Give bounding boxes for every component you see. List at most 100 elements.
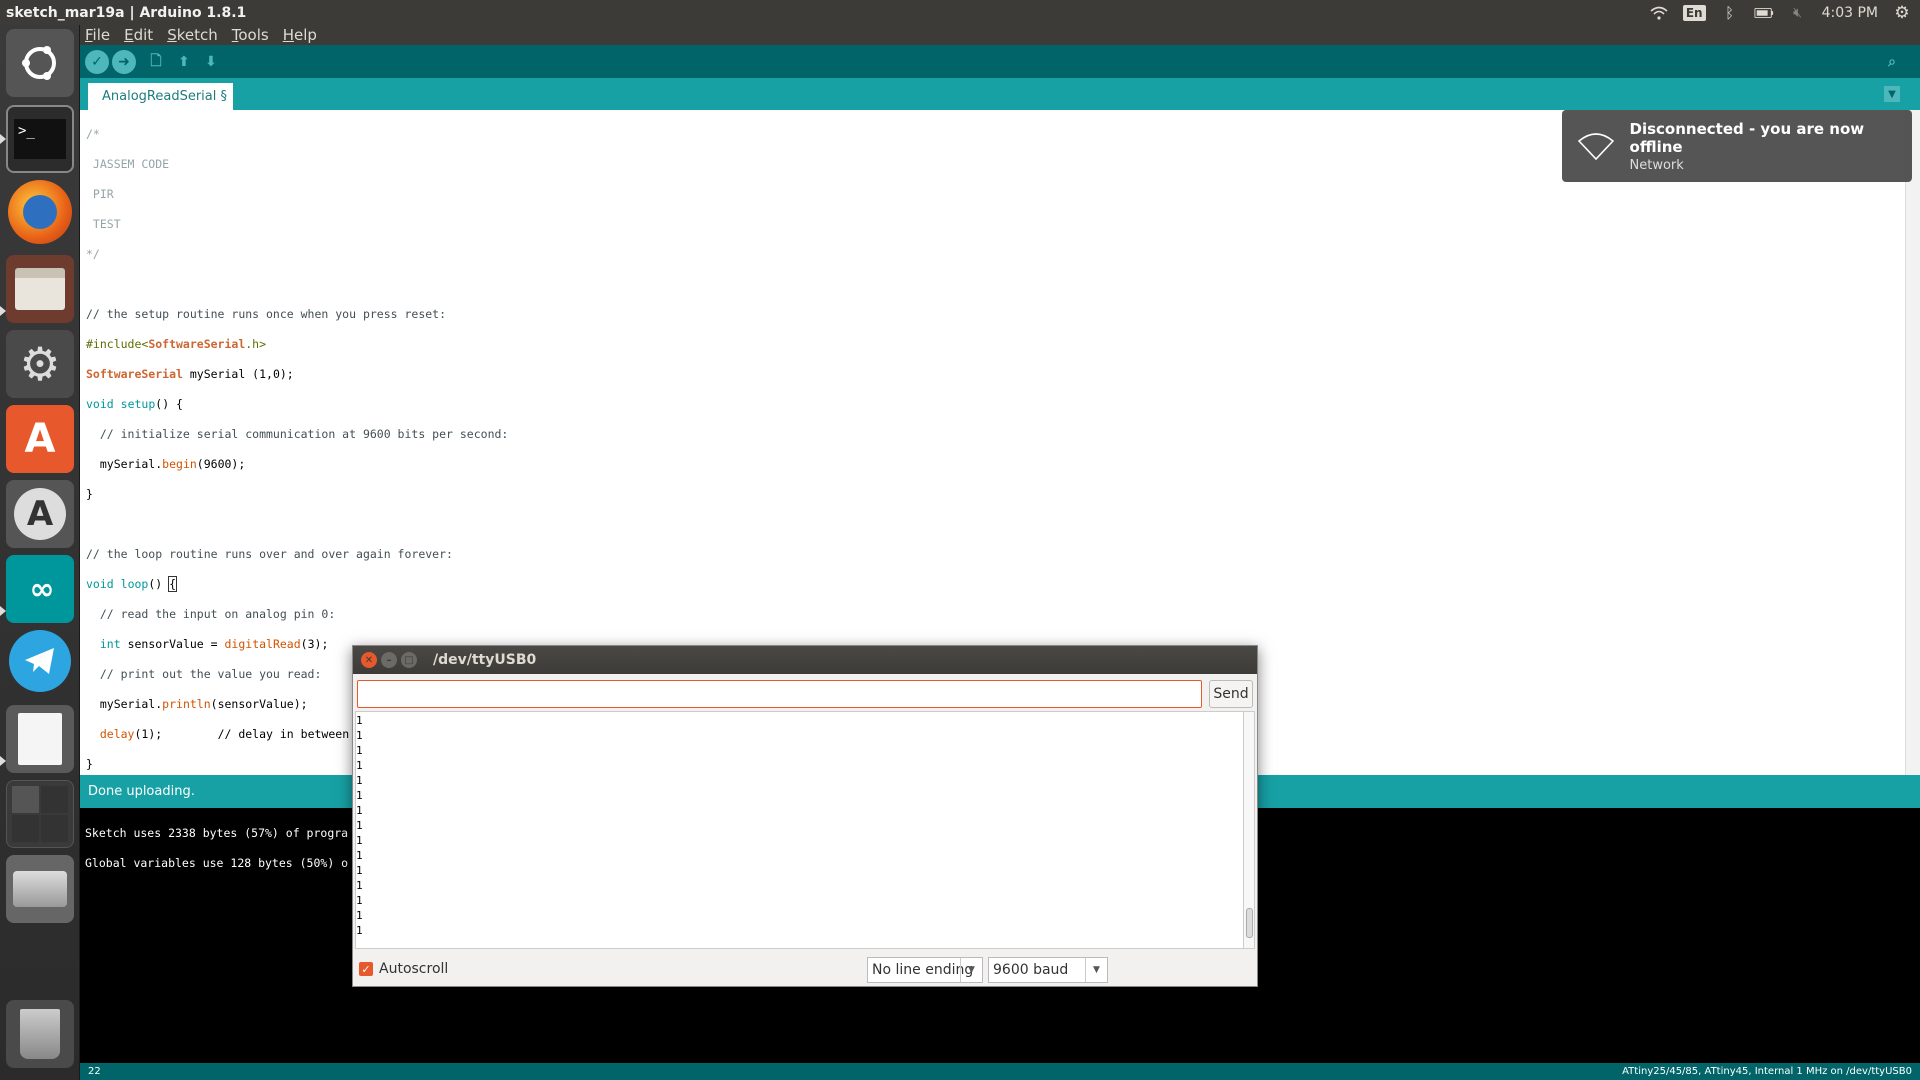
bluetooth-icon[interactable]: ᛒ <box>1720 3 1740 23</box>
code-token: #include< <box>86 337 149 351</box>
workspace-switcher-icon[interactable] <box>6 780 74 848</box>
chevron-down-icon: ▼ <box>960 958 982 982</box>
minimize-icon[interactable]: – <box>381 652 397 668</box>
serial-monitor-window: ✕ – □ /dev/ttyUSB0 Send 1 1 1 1 1 1 1 1 … <box>352 645 1258 987</box>
code-token: loop <box>120 577 149 591</box>
tab-analogreadserial[interactable]: AnalogReadSerial § <box>88 83 233 110</box>
top-panel: sketch_mar19a | Arduino 1.8.1 En ᛒ 🔇︎ 4:… <box>0 0 1920 25</box>
battery-icon[interactable] <box>1754 3 1774 23</box>
status-message: Done uploading. <box>88 784 195 799</box>
code-token: int <box>99 637 121 651</box>
code-token: setup <box>120 397 156 411</box>
code-token: void <box>86 397 114 411</box>
trash-icon[interactable] <box>6 1000 74 1068</box>
serial-line: 1 <box>356 759 363 772</box>
serial-line: 1 <box>356 714 363 727</box>
autoscroll-checkbox[interactable]: ✓ Autoscroll <box>359 961 448 977</box>
telegram-icon[interactable] <box>9 630 71 692</box>
code-line: // the loop routine runs over and over a… <box>86 547 453 561</box>
menu-edit[interactable]: Edit <box>124 26 153 44</box>
serial-line: 1 <box>356 834 363 847</box>
save-button[interactable]: ⬇ <box>199 50 223 74</box>
code-token: SoftwareSerial <box>148 337 246 351</box>
menu-tools[interactable]: Tools <box>232 26 269 44</box>
baud-rate-value: 9600 baud <box>993 962 1069 978</box>
code-token: (3); <box>300 637 329 651</box>
serial-monitor-titlebar[interactable]: ✕ – □ /dev/ttyUSB0 <box>353 646 1257 674</box>
code-token: mySerial. <box>86 697 163 711</box>
arduino-icon[interactable]: ∞ <box>6 555 74 623</box>
code-token: delay <box>99 727 135 741</box>
code-token: begin <box>162 457 197 471</box>
serial-line: 1 <box>356 819 363 832</box>
files-icon[interactable] <box>6 255 74 323</box>
menu-bar: File Edit Sketch Tools Help <box>80 25 1920 45</box>
board-info: ATtiny25/45/85, ATtiny45, Internal 1 MHz… <box>1622 1066 1912 1077</box>
serial-send-input[interactable] <box>357 680 1202 708</box>
scroll-thumb[interactable] <box>1246 908 1253 938</box>
text-editor-icon[interactable] <box>6 705 74 773</box>
code-line: void setup() { <box>86 397 1899 412</box>
keyboard-layout-indicator[interactable]: En <box>1682 4 1706 21</box>
clock[interactable]: 4:03 PM <box>1822 5 1878 21</box>
baud-rate-select[interactable]: 9600 baud ▼ <box>988 957 1108 983</box>
firefox-icon[interactable] <box>8 180 72 244</box>
verify-button[interactable]: ✓ <box>85 50 109 74</box>
code-token: () <box>148 577 170 591</box>
tab-menu-chevron-down-icon[interactable]: ▼ <box>1884 86 1900 102</box>
code-token: SoftwareSerial <box>86 367 183 381</box>
window-title: sketch_mar19a | Arduino 1.8.1 <box>6 4 247 21</box>
serial-line: 1 <box>356 744 363 757</box>
wifi-icon[interactable] <box>1649 3 1669 23</box>
system-settings-icon[interactable]: ⚙ <box>6 330 74 398</box>
serial-output[interactable]: 1 1 1 1 1 1 1 1 1 1 1 1 1 1 1 <box>355 711 1245 949</box>
serial-line: 1 <box>356 789 363 802</box>
menu-sketch[interactable]: Sketch <box>167 26 218 44</box>
footer-bar: 22 ATtiny25/45/85, ATtiny45, Internal 1 … <box>80 1063 1920 1080</box>
line-ending-value: No line ending <box>872 962 974 978</box>
editor-scrollbar[interactable] <box>1905 110 1920 775</box>
send-button[interactable]: Send <box>1209 680 1253 708</box>
close-icon[interactable]: ✕ <box>361 652 377 668</box>
code-token: digitalRead <box>224 637 301 651</box>
serial-line: 1 <box>356 894 363 907</box>
open-button[interactable]: ⬆ <box>172 50 196 74</box>
notification-body: Network <box>1629 157 1684 173</box>
system-tray: En ᛒ 🔇︎ 4:03 PM ⚙ <box>1649 0 1920 25</box>
code-line: SoftwareSerial mySerial (1,0); <box>86 367 1899 382</box>
code-line: */ <box>86 247 100 261</box>
upload-button[interactable]: ➜ <box>112 50 136 74</box>
code-token: sensorValue = <box>120 637 225 651</box>
new-button[interactable]: 🗋︎ <box>144 50 168 74</box>
maximize-icon[interactable]: □ <box>401 652 417 668</box>
software-updater-icon[interactable]: A <box>6 480 74 548</box>
disk-drive-icon[interactable] <box>6 855 74 923</box>
volume-muted-icon[interactable]: 🔇︎ <box>1788 3 1808 23</box>
tab-bar: AnalogReadSerial § ▼ <box>80 78 1920 110</box>
code-token: () { <box>155 397 183 411</box>
menu-help[interactable]: Help <box>283 26 317 44</box>
serial-scrollbar[interactable] <box>1243 711 1255 949</box>
serial-monitor-title: /dev/ttyUSB0 <box>433 652 537 668</box>
serial-monitor-button[interactable]: ⌕ <box>1880 50 1904 74</box>
code-line: TEST <box>86 217 121 231</box>
serial-line: 1 <box>356 774 363 787</box>
gear-icon[interactable]: ⚙ <box>1892 3 1912 23</box>
serial-line: 1 <box>356 924 363 937</box>
software-center-icon[interactable]: A <box>6 405 74 473</box>
line-ending-select[interactable]: No line ending ▼ <box>867 957 983 983</box>
code-line: PIR <box>86 187 114 201</box>
line-number: 22 <box>88 1066 101 1077</box>
code-token: (9600); <box>196 457 246 471</box>
code-token: void <box>86 577 114 591</box>
ubuntu-dash-icon[interactable] <box>6 29 74 97</box>
menu-file[interactable]: File <box>85 26 110 44</box>
serial-line: 1 <box>356 909 363 922</box>
terminal-icon[interactable]: >_ <box>6 105 74 173</box>
